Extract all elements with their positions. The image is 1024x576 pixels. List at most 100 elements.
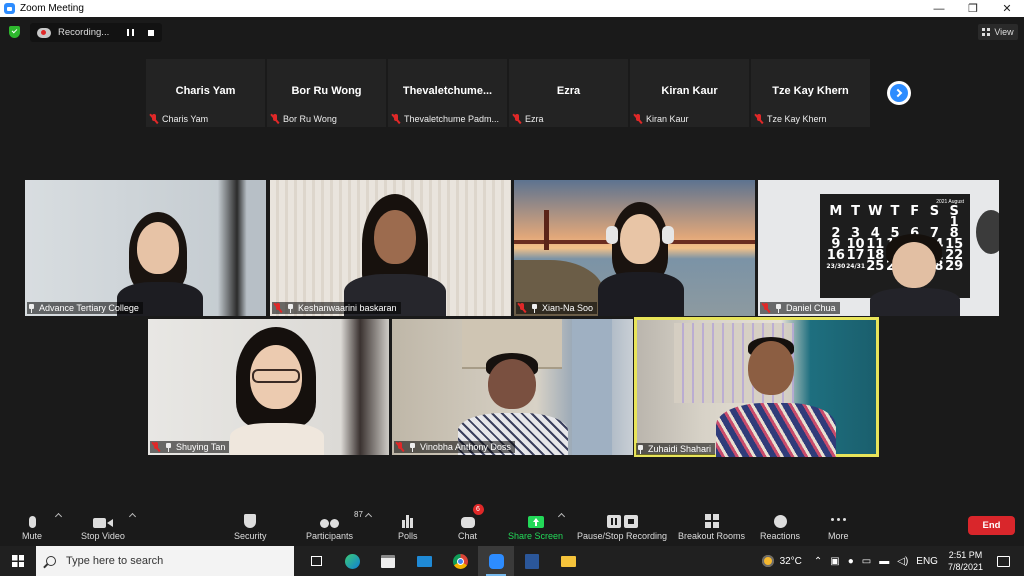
plush-toy [976,210,999,254]
pin-icon [531,303,538,313]
taskbar-app-word[interactable] [514,546,550,576]
participant-tag-label: Kiran Kaur [646,114,689,124]
tile-name-label: Zuhaidi Shahari [636,443,716,455]
task-view-button[interactable] [298,546,334,576]
language-indicator[interactable]: ENG [916,556,938,567]
participant-video [596,202,686,316]
clock-date: 7/8/2021 [947,562,983,572]
window-title: Zoom Meeting [20,3,84,14]
tile-name: Keshanwaarini baskaran [298,303,397,313]
task-view-icon [310,556,322,566]
end-meeting-button[interactable]: End [968,516,1015,535]
breakout-rooms-button[interactable]: Breakout Rooms [678,510,745,541]
chat-bubble-icon: 6 [460,504,484,528]
taskbar-app-mail[interactable] [406,546,442,576]
participant-name: Kiran Kaur [661,85,718,97]
participant-tile[interactable]: Thevaletchume... Thevaletchume Padm... [388,59,507,127]
taskbar-app-edge[interactable] [334,546,370,576]
pin-icon [287,303,294,313]
share-screen-label: Share Screen [508,531,564,541]
next-page-button[interactable] [887,81,911,105]
microphone-tray-icon[interactable]: ● [848,556,854,567]
stop-video-button[interactable]: Stop Video [81,510,125,541]
video-camera-icon [92,510,113,528]
chevron-up-icon[interactable]: ⌃ [814,556,822,567]
participant-tag: Kiran Kaur [632,113,689,125]
tray-app-icon[interactable]: ▣ [830,556,839,567]
taskbar-app-explorer[interactable] [550,546,586,576]
pause-stop-recording-label: Pause/Stop Recording [577,531,668,541]
video-tile[interactable]: 2021 August MTWTFSS123456789101112131415… [758,180,999,316]
battery-icon[interactable]: ▬ [879,556,889,567]
security-button[interactable]: Security [234,510,267,541]
share-screen-button[interactable]: Share Screen [508,510,563,541]
more-button[interactable]: More [828,510,849,541]
taskbar-search-input[interactable] [66,555,266,567]
video-tile[interactable]: Advance Tertiary College [25,180,266,316]
participant-tile[interactable]: Kiran Kaur Kiran Kaur [630,59,749,127]
zoom-icon [488,553,504,569]
chevron-right-icon [893,88,903,98]
chat-unread-badge: 6 [472,504,484,515]
chrome-icon [452,553,468,569]
participants-options-caret[interactable] [364,512,373,521]
breakout-rooms-label: Breakout Rooms [678,531,746,541]
taskbar-app-zoom[interactable] [478,546,514,576]
maximize-button[interactable]: ❐ [956,0,990,17]
participant-name: Thevaletchume... [402,85,493,97]
volume-icon[interactable]: ◁) [897,556,908,567]
video-tile[interactable]: Xian-Na Soo [514,180,755,316]
participant-tag-label: Tze Kay Khern [767,114,827,124]
participant-tile[interactable]: Ezra Ezra [509,59,628,127]
video-tile-active-speaker[interactable]: Zuhaidi Shahari [634,317,879,457]
video-tile[interactable]: Shuying Tan [148,319,389,455]
close-button[interactable]: ✕ [990,0,1024,17]
taskbar-clock[interactable]: 2:51 PM 7/8/2021 [948,549,983,573]
participant-tile[interactable]: Bor Ru Wong Bor Ru Wong [267,59,386,127]
participant-video [870,234,960,316]
tile-name-label: Vinobha Anthony Doss [394,441,515,453]
grid-view-icon [982,28,991,36]
chat-label: Chat [458,531,478,541]
video-tile[interactable]: Vinobha Anthony Doss [392,319,633,455]
participant-tile[interactable]: Tze Kay Khern Tze Kay Khern [751,59,870,127]
mic-muted-icon [274,303,282,313]
taskbar-app-chrome[interactable] [442,546,478,576]
participant-video [458,353,568,455]
taskbar-app-store[interactable] [370,546,406,576]
window-title-bar: Zoom Meeting — ❐ ✕ [0,0,1024,17]
tile-name-label: Shuying Tan [150,441,230,453]
mute-options-caret[interactable] [54,512,63,521]
weather-temp[interactable]: 32°C [780,556,802,567]
pause-recording-icon[interactable] [127,29,134,36]
reactions-button[interactable]: Reactions [760,510,800,541]
participant-name: Charis Yam [175,85,236,97]
windows-logo-icon [12,555,24,567]
weather-icon[interactable] [761,555,774,567]
participant-tile[interactable]: Charis Yam Charis Yam [146,59,265,127]
chat-button[interactable]: 6 Chat [458,504,484,541]
smiley-icon [773,510,787,528]
network-icon[interactable]: ▭ [862,556,871,567]
store-icon [381,554,395,568]
video-tile[interactable]: Keshanwaarini baskaran [270,180,511,316]
mute-button[interactable]: Mute [22,510,42,541]
start-button[interactable] [0,546,36,576]
search-icon [46,556,56,566]
calendar-day-header: T [890,204,900,219]
minimize-button[interactable]: — [922,0,956,17]
taskbar-search[interactable] [36,546,294,576]
polls-button[interactable]: Polls [398,510,418,541]
view-button[interactable]: View [978,24,1018,40]
video-options-caret[interactable] [128,512,137,521]
calendar-day-header: S [929,204,940,219]
tile-name-label: Keshanwaarini baskaran [272,302,401,314]
pause-stop-recording-button[interactable]: Pause/Stop Recording [577,510,667,541]
notification-icon[interactable] [997,555,1010,567]
pin-icon [165,442,172,452]
encryption-shield-icon[interactable] [9,26,20,38]
stop-recording-icon[interactable] [148,29,154,36]
mute-label: Mute [22,531,43,541]
participants-icon: 87 [320,510,363,528]
participants-button[interactable]: 87 Participants [306,510,363,541]
